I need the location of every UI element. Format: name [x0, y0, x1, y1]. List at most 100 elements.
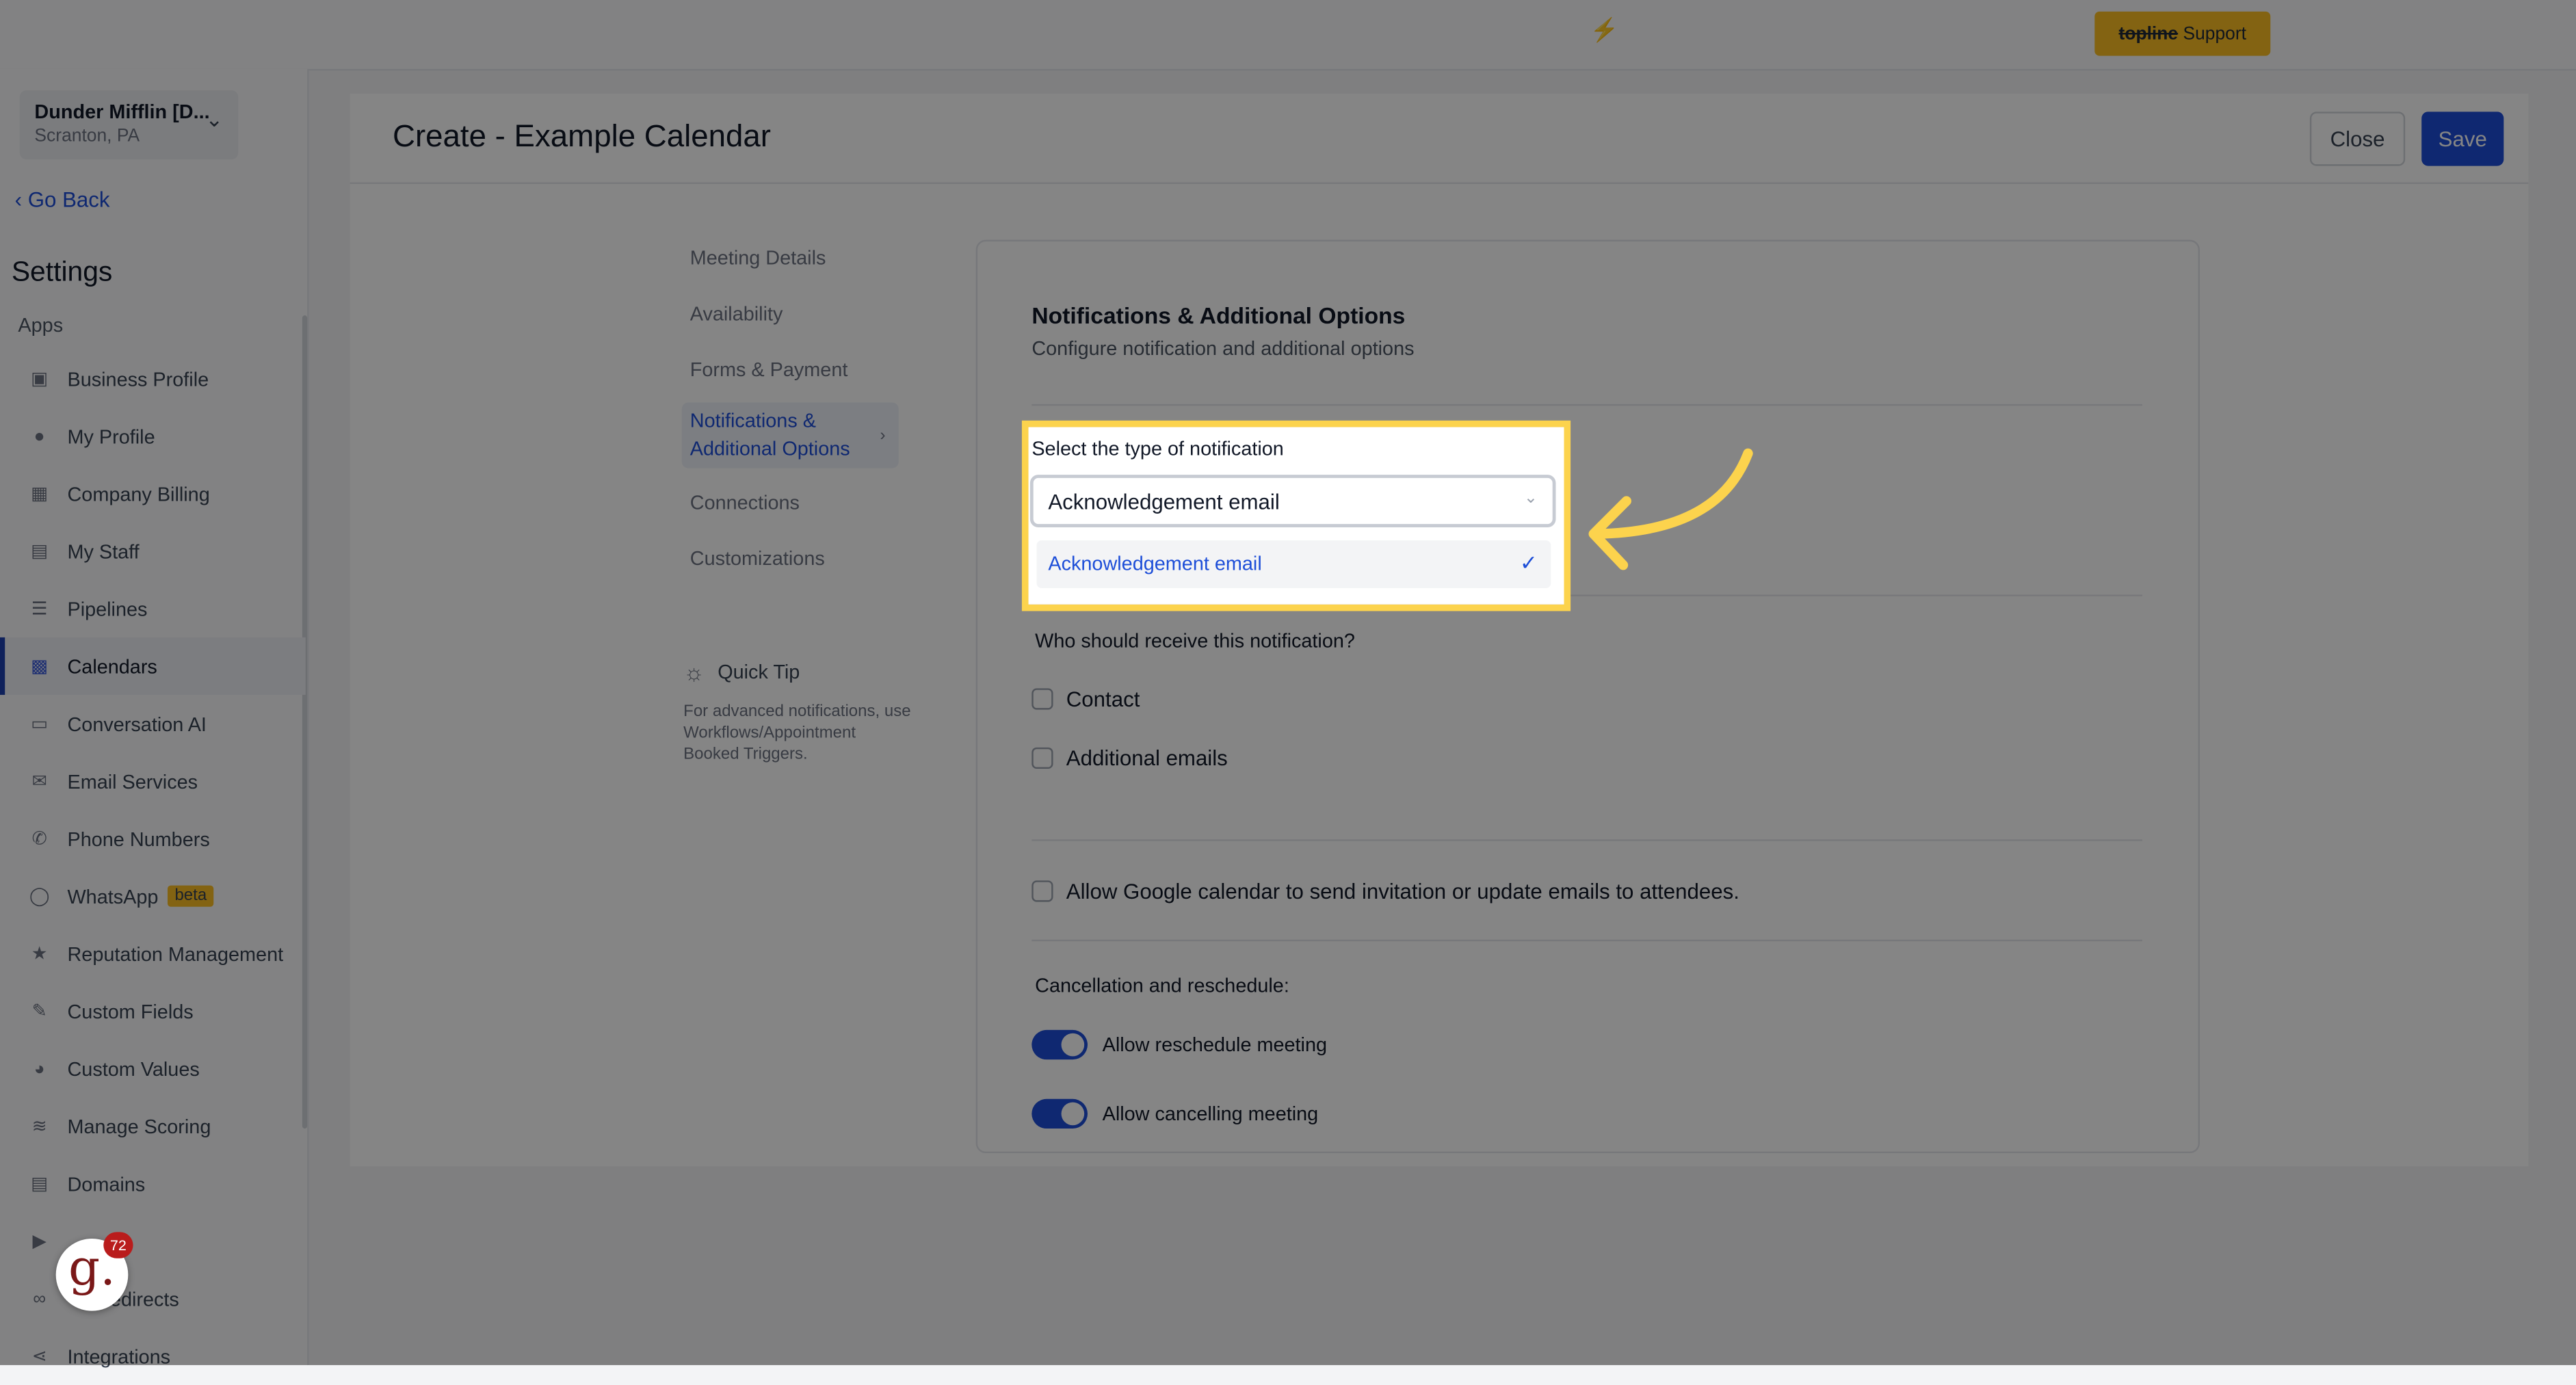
sidebar-item-label: Manage Scoring: [67, 1114, 211, 1138]
card-title: Notifications & Additional Options: [1031, 302, 1406, 329]
chart-icon: ≋: [31, 1116, 47, 1136]
google-invite-checkbox-row[interactable]: Allow Google calendar to send invitation…: [1031, 879, 1739, 903]
divider: [1031, 939, 2142, 942]
sidebar-item-whatsapp[interactable]: ◯ WhatsApp beta: [0, 867, 306, 925]
sidebar-item-domains[interactable]: ▤ Domains: [0, 1155, 306, 1212]
sidebar-item-reputation[interactable]: ★ Reputation Management: [0, 925, 306, 982]
edit-icon: ✎: [31, 1001, 47, 1021]
divider: [1031, 404, 2142, 406]
cancel-label: Allow cancelling meeting: [1102, 1102, 1319, 1126]
cancel-toggle-row[interactable]: Allow cancelling meeting: [1031, 1098, 1319, 1129]
subnav-availability[interactable]: Availability: [682, 286, 899, 342]
calendar-icon: ▩: [31, 656, 49, 676]
sidebar-item-label: Business Profile: [67, 367, 209, 391]
subnav-forms-payment[interactable]: Forms & Payment: [682, 342, 899, 398]
page-title: Create - Example Calendar: [393, 120, 771, 155]
chevron-down-icon: ⌄: [205, 107, 224, 132]
contact-label: Contact: [1066, 686, 1140, 711]
phone-icon: ✆: [31, 828, 47, 849]
toggle-knob: [1061, 1102, 1085, 1126]
quick-tip-title: Quick Tip: [718, 660, 800, 684]
sidebar-item-pipelines[interactable]: ☰ Pipelines: [0, 580, 306, 637]
save-button[interactable]: Save: [2421, 111, 2504, 166]
sidebar-item-label: Custom Fields: [67, 999, 194, 1023]
notification-type-value-highlighted: Acknowledgement email: [1048, 489, 1280, 514]
sidebar-item-custom-values[interactable]: ◕ Custom Values: [0, 1040, 306, 1097]
chevron-right-icon: ›: [880, 427, 886, 445]
page-header: Create - Example Calendar Close Save: [350, 93, 2529, 184]
support-label: Support: [2183, 23, 2247, 44]
app-root: ⚡ topline Support Dunder Mifflin [D... S…: [0, 0, 2576, 1367]
sidebar-item-company-billing[interactable]: ▦ Company Billing: [0, 465, 306, 523]
chevron-left-icon: ‹: [14, 187, 23, 212]
check-icon: ✓: [1519, 550, 1538, 575]
sidebar-item-custom-fields[interactable]: ✎ Custom Fields: [0, 982, 306, 1040]
lightbulb-icon: ☼: [683, 659, 705, 685]
cancel-toggle[interactable]: [1031, 1098, 1088, 1129]
sidebar-item-label: Calendars: [67, 655, 157, 678]
account-switcher[interactable]: Dunder Mifflin [D... Scranton, PA ⌄: [19, 90, 239, 159]
subnav-meeting-details[interactable]: Meeting Details: [682, 230, 899, 286]
toggle-knob: [1061, 1033, 1085, 1057]
notification-type-select-highlighted[interactable]: Acknowledgement email ⌄: [1029, 475, 1556, 527]
card-subtitle: Configure notification and additional op…: [1031, 337, 1415, 360]
reschedule-toggle-row[interactable]: Allow reschedule meeting: [1031, 1029, 1328, 1060]
calendar-subnav: Meeting Details Availability Forms & Pay…: [681, 230, 899, 587]
sidebar-item-my-staff[interactable]: ▤ My Staff: [0, 523, 306, 580]
chevron-down-icon: ⌄: [1523, 489, 1538, 508]
additional-emails-label: Additional emails: [1066, 746, 1228, 771]
sidebar-nav: ▣ Business Profile ● My Profile ▦ Company B…: [0, 350, 306, 1385]
account-name: Dunder Mifflin [D...: [34, 100, 210, 124]
go-back-link[interactable]: ‹ Go Back: [15, 187, 110, 212]
reschedule-toggle[interactable]: [1031, 1029, 1088, 1060]
sidebar-item-label: Company Billing: [67, 482, 210, 505]
contact-checkbox[interactable]: [1031, 688, 1053, 710]
sidebar-item-calendars[interactable]: ▩ Calendars: [0, 637, 306, 695]
mail-icon: ✉: [31, 771, 47, 791]
sidebar-item-my-profile[interactable]: ● My Profile: [0, 408, 306, 465]
cancellation-label: Cancellation and reschedule:: [1035, 974, 1289, 997]
google-invite-checkbox[interactable]: [1031, 880, 1053, 902]
support-button[interactable]: topline Support: [2094, 11, 2271, 56]
link-icon: ∞: [33, 1289, 47, 1309]
contact-checkbox-row[interactable]: Contact: [1031, 687, 1140, 711]
subnav-connections[interactable]: Connections: [682, 475, 899, 531]
sidebar-item-label: My Staff: [67, 539, 140, 563]
sidebar-item-label: Custom Values: [67, 1057, 200, 1081]
pie-icon: ◕: [34, 1058, 45, 1079]
reschedule-label: Allow reschedule meeting: [1102, 1033, 1328, 1057]
sidebar-item-integrations[interactable]: ⋖ Integrations: [0, 1328, 306, 1385]
grid-icon: ▦: [31, 484, 49, 504]
quick-tip-header: ☼ Quick Tip: [683, 659, 913, 685]
sidebar: Dunder Mifflin [D... Scranton, PA ⌄ ‹ Go…: [0, 68, 309, 1367]
sidebar-item-manage-scoring[interactable]: ≋ Manage Scoring: [0, 1097, 306, 1155]
dropdown-option-acknowledgement-highlighted[interactable]: Acknowledgement email ✓: [1036, 540, 1551, 588]
close-button[interactable]: Close: [2309, 111, 2406, 166]
sidebar-item-label: Phone Numbers: [67, 827, 210, 850]
sidebar-item-redirects[interactable]: ∞ edirects: [0, 1270, 306, 1328]
notifications-card: Notifications & Additional Options Confi…: [975, 239, 2200, 1154]
star-icon: ★: [31, 943, 48, 964]
sidebar-item-business-profile[interactable]: ▣ Business Profile: [0, 350, 306, 408]
lightning-icon[interactable]: ⚡: [1590, 16, 1619, 44]
quick-tip: ☼ Quick Tip For advanced notifications, u…: [683, 659, 913, 765]
integrations-icon: ⋖: [31, 1346, 47, 1367]
sidebar-item-phone-numbers[interactable]: ✆ Phone Numbers: [0, 810, 306, 867]
additional-emails-checkbox[interactable]: [1031, 747, 1053, 769]
sidebar-item-label: Reputation Management: [67, 942, 284, 966]
subnav-customizations[interactable]: Customizations: [682, 531, 899, 587]
spotlight-region: Select the type of notification Acknowle…: [1028, 427, 1564, 605]
additional-emails-checkbox-row[interactable]: Additional emails: [1031, 746, 1228, 771]
sidebar-item-label: Conversation AI: [67, 712, 207, 735]
domain-icon: ▤: [31, 1174, 49, 1193]
divider: [1031, 839, 2142, 841]
notification-type-label-highlighted: Select the type of notification: [1031, 436, 1284, 460]
subnav-notifications[interactable]: Notifications & Additional Options ›: [681, 402, 899, 469]
sidebar-item-media[interactable]: ▶: [0, 1213, 306, 1270]
top-bar: ⚡ topline Support: [0, 0, 2576, 71]
notification-badge: 72: [103, 1232, 133, 1258]
sidebar-item-label: Integrations: [67, 1344, 171, 1368]
sidebar-item-conversation-ai[interactable]: ▭ Conversation AI: [0, 695, 306, 752]
beta-badge: beta: [168, 885, 213, 907]
sidebar-item-email-services[interactable]: ✉ Email Services: [0, 752, 306, 810]
